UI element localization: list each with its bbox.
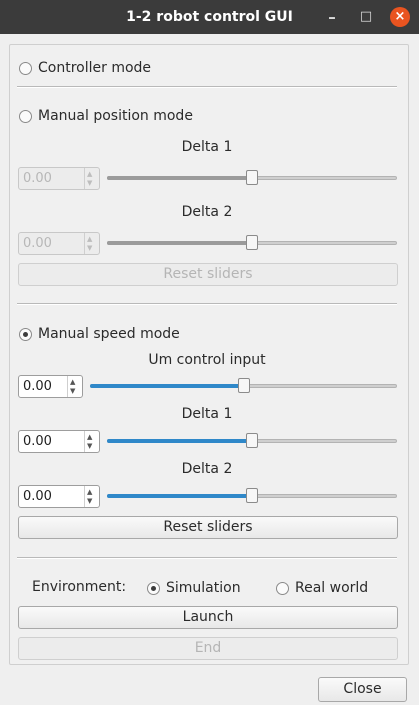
um-slider[interactable] [90, 378, 397, 394]
separator [17, 557, 397, 559]
controller-mode-label: Controller mode [38, 60, 152, 76]
close-button[interactable]: Close [318, 677, 407, 702]
simulation-radio[interactable]: Simulation [147, 578, 241, 598]
position-delta1-input[interactable] [23, 170, 83, 187]
speed-delta1-slider[interactable] [107, 433, 397, 449]
spin-up-icon[interactable]: ▲ [70, 378, 75, 386]
manual-position-mode-radio[interactable]: Manual position mode [19, 106, 193, 126]
speed-delta2-spinbox[interactable]: ▲ ▼ [18, 485, 100, 508]
manual-speed-mode-label: Manual speed mode [38, 326, 180, 342]
separator [17, 303, 397, 305]
um-control-input-label: Um control input [148, 352, 266, 368]
spin-down-icon[interactable]: ▼ [87, 497, 92, 505]
speed-delta2-label: Delta 2 [181, 461, 233, 477]
environment-label: Environment: [32, 579, 127, 595]
slider-handle[interactable] [246, 488, 258, 503]
spin-up-icon[interactable]: ▲ [87, 170, 92, 178]
simulation-radio-indicator[interactable] [147, 581, 160, 595]
launch-button[interactable]: Launch [18, 606, 398, 629]
position-delta1-label: Delta 1 [181, 139, 233, 155]
real-world-radio[interactable]: Real world [276, 578, 368, 598]
speed-delta1-label: Delta 1 [181, 406, 233, 422]
manual-speed-mode-radio[interactable]: Manual speed mode [19, 324, 180, 344]
real-world-label: Real world [295, 580, 369, 596]
real-world-radio-indicator[interactable] [276, 581, 289, 595]
slider-handle[interactable] [246, 170, 258, 185]
slider-handle[interactable] [238, 378, 250, 393]
position-reset-sliders-button[interactable]: Reset sliders [18, 263, 398, 286]
manual-speed-mode-radio-indicator[interactable] [19, 327, 32, 341]
speed-delta1-input[interactable] [23, 433, 83, 450]
controller-mode-radio-indicator[interactable] [19, 61, 32, 75]
maximize-icon[interactable]: □ [356, 7, 376, 27]
speed-delta2-slider[interactable] [107, 488, 397, 504]
spin-arrows[interactable]: ▲ ▼ [84, 486, 99, 507]
position-delta2-slider[interactable] [107, 235, 397, 251]
position-delta2-label: Delta 2 [181, 204, 233, 220]
spin-down-icon[interactable]: ▼ [87, 442, 92, 450]
separator [17, 86, 397, 88]
slider-handle[interactable] [246, 433, 258, 448]
position-delta1-spinbox[interactable]: ▲ ▼ [18, 167, 100, 190]
spin-up-icon[interactable]: ▲ [87, 488, 92, 496]
position-delta1-slider[interactable] [107, 170, 397, 186]
manual-position-mode-radio-indicator[interactable] [19, 109, 32, 123]
close-window-icon[interactable]: × [390, 7, 410, 27]
spin-arrows[interactable]: ▲ ▼ [67, 376, 82, 397]
spin-down-icon[interactable]: ▼ [70, 387, 75, 395]
slider-handle[interactable] [246, 235, 258, 250]
speed-delta2-input[interactable] [23, 488, 83, 505]
um-input[interactable] [23, 378, 67, 395]
um-spinbox[interactable]: ▲ ▼ [18, 375, 83, 398]
spin-down-icon[interactable]: ▼ [87, 179, 92, 187]
speed-reset-sliders-button[interactable]: Reset sliders [18, 516, 398, 539]
spin-arrows[interactable]: ▲ ▼ [84, 168, 99, 189]
manual-position-mode-label: Manual position mode [38, 108, 193, 124]
position-delta2-spinbox[interactable]: ▲ ▼ [18, 232, 100, 255]
spin-down-icon[interactable]: ▼ [87, 244, 92, 252]
end-button[interactable]: End [18, 637, 398, 660]
minimize-icon[interactable]: – [322, 7, 342, 27]
spin-up-icon[interactable]: ▲ [87, 235, 92, 243]
controller-mode-radio[interactable]: Controller mode [19, 58, 151, 78]
title-bar: 1-2 robot control GUI – □ × [0, 0, 419, 34]
position-delta2-input[interactable] [23, 235, 83, 252]
simulation-label: Simulation [166, 580, 241, 596]
speed-delta1-spinbox[interactable]: ▲ ▼ [18, 430, 100, 453]
spin-arrows[interactable]: ▲ ▼ [84, 431, 99, 452]
spin-arrows[interactable]: ▲ ▼ [84, 233, 99, 254]
spin-up-icon[interactable]: ▲ [87, 433, 92, 441]
